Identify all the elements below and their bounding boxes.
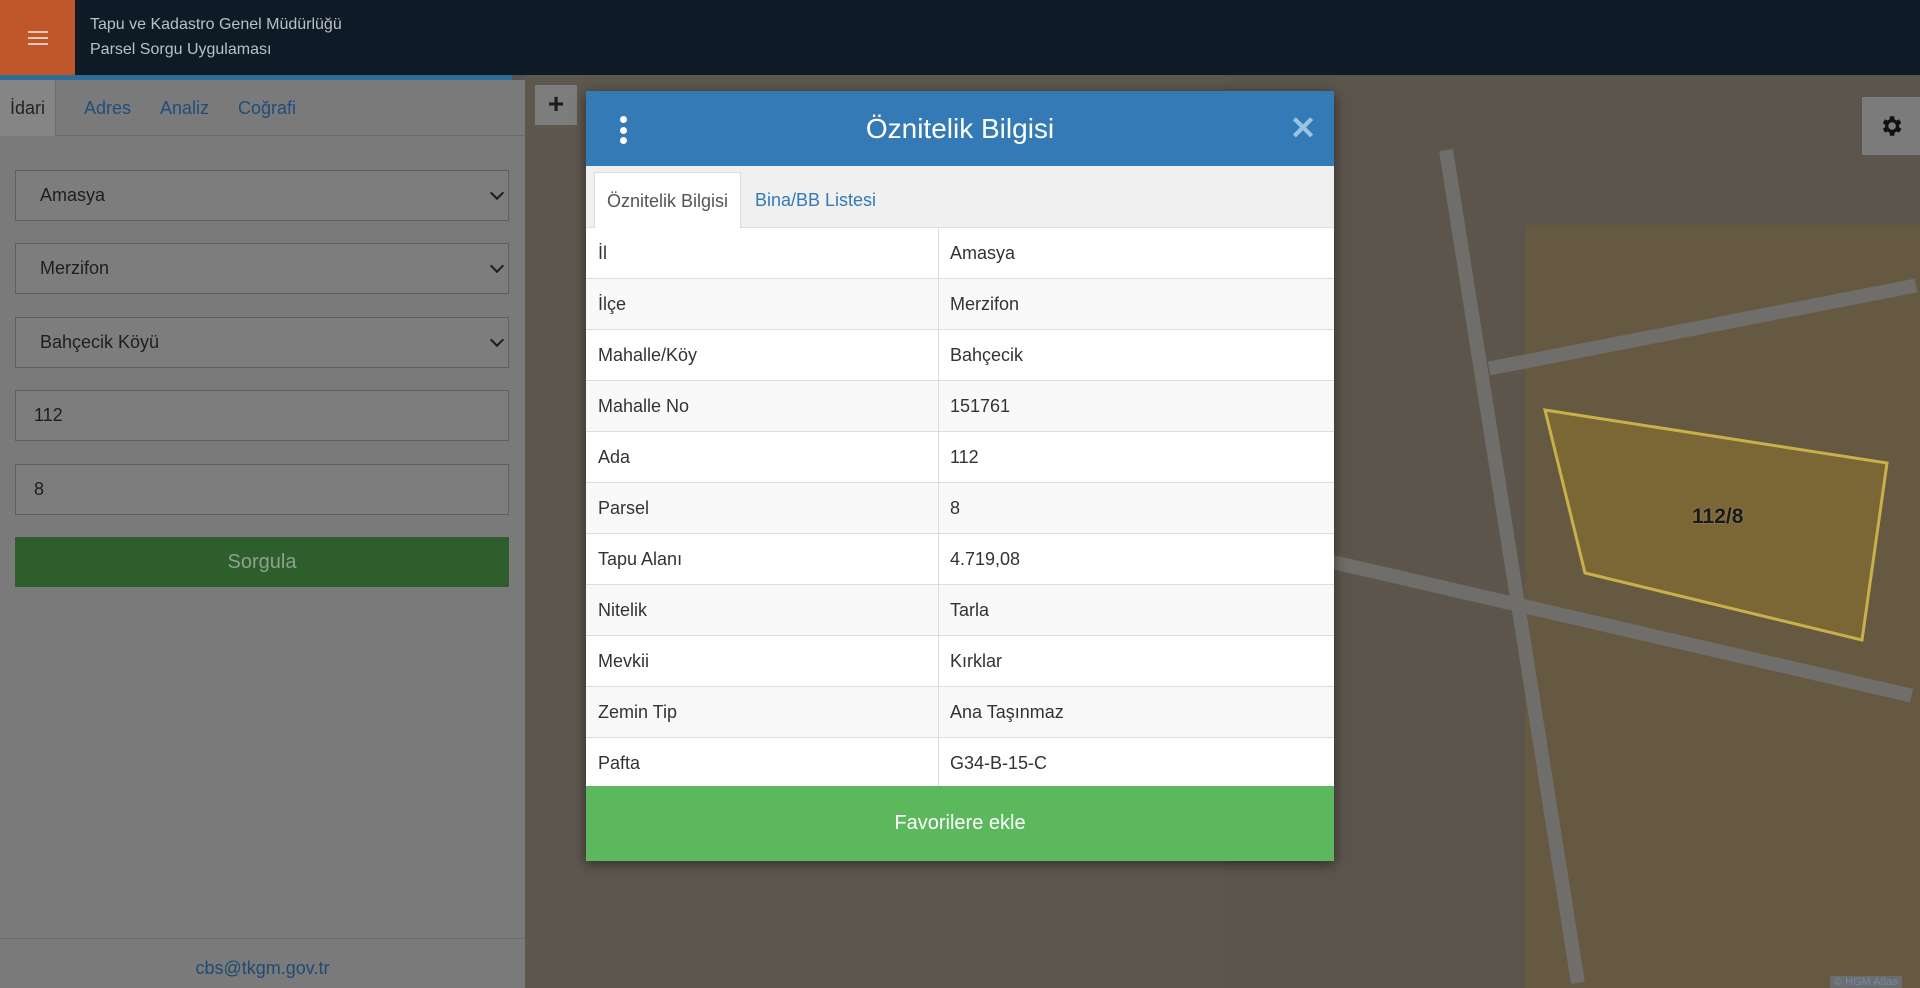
- row-value: 8: [950, 498, 961, 518]
- chevron-down-icon: [489, 185, 505, 201]
- tab-adres[interactable]: Adres: [74, 80, 141, 136]
- row-value: Amasya: [950, 243, 1016, 263]
- row-value: Bahçecik: [950, 345, 1024, 365]
- hamburger-icon: [27, 30, 48, 45]
- app-title: Tapu ve Kadastro Genel Müdürlüğü Parsel …: [90, 12, 342, 62]
- row-value: 151761: [950, 396, 1011, 416]
- table-row: Mevkii Kırklar: [586, 636, 1334, 687]
- mahalle-select-value: Bahçecik Köyü: [40, 332, 160, 352]
- row-value: Tarla: [950, 600, 990, 620]
- zoom-in-button[interactable]: +: [535, 85, 577, 125]
- map-attribution[interactable]: © HGM Atlas: [1830, 976, 1902, 988]
- close-icon[interactable]: ✕: [1288, 111, 1318, 145]
- table-row: Mahalle No 151761: [586, 381, 1334, 432]
- table-row: Pafta G34-B-15-C: [586, 738, 1334, 789]
- table-row: Ada 112: [586, 432, 1334, 483]
- row-value: Kırklar: [950, 651, 1003, 671]
- attribute-table: İl Amasya İlçe Merzifon Mahalle/Köy Bahçeci…: [586, 228, 1334, 789]
- modal-title: Öznitelik Bilgisi: [865, 113, 1055, 144]
- chevron-down-icon: [489, 258, 505, 274]
- row-key: İlçe: [598, 294, 627, 314]
- il-select-value: Amasya: [40, 185, 106, 205]
- row-key: Mahalle/Köy: [598, 345, 698, 365]
- left-panel: İdari Adres Analiz Coğrafi Amasya Merzif…: [0, 80, 525, 988]
- more-options-icon[interactable]: [619, 116, 627, 144]
- attribute-modal: Öznitelik Bilgisi ✕ Öznitelik Bilgisi Bi…: [586, 91, 1334, 861]
- gear-icon: [1882, 116, 1902, 136]
- modal-tabs: Öznitelik Bilgisi Bina/BB Listesi: [586, 166, 1334, 229]
- tab-bina-listesi[interactable]: Bina/BB Listesi: [743, 172, 888, 229]
- row-key: Parsel: [598, 498, 650, 518]
- table-row: Tapu Alanı 4.719,08: [586, 534, 1334, 585]
- org-name: Tapu ve Kadastro Genel Müdürlüğü: [90, 16, 342, 33]
- sorgula-button[interactable]: Sorgula: [15, 537, 509, 587]
- row-key: Tapu Alanı: [598, 549, 683, 569]
- table-row: Nitelik Tarla: [586, 585, 1334, 636]
- table-row: Mahalle/Köy Bahçecik: [586, 330, 1334, 381]
- mahalle-select[interactable]: Bahçecik Köyü: [15, 317, 509, 368]
- ilce-select[interactable]: Merzifon: [15, 243, 509, 294]
- tab-idari[interactable]: İdari: [0, 80, 57, 136]
- row-value: Merzifon: [950, 294, 1020, 314]
- parcel-label: 112/8: [1692, 505, 1744, 528]
- row-value: G34-B-15-C: [950, 753, 1048, 773]
- row-key: Nitelik: [598, 600, 648, 620]
- tab-oznitelik[interactable]: Öznitelik Bilgisi: [594, 172, 742, 229]
- table-row: İl Amasya: [586, 228, 1334, 279]
- il-select[interactable]: Amasya: [15, 170, 509, 221]
- ada-input[interactable]: 112: [15, 390, 509, 441]
- row-value: Ana Taşınmaz: [950, 702, 1064, 722]
- top-bar: Tapu ve Kadastro Genel Müdürlüğü Parsel …: [0, 0, 1920, 75]
- row-key: Mahalle No: [598, 396, 690, 416]
- tab-analiz[interactable]: Analiz: [150, 80, 219, 136]
- row-key: Ada: [598, 447, 631, 467]
- row-key: Mevkii: [598, 651, 650, 671]
- tab-cografi[interactable]: Coğrafi: [228, 80, 306, 136]
- parsel-input[interactable]: 8: [15, 464, 509, 515]
- app-name: Parsel Sorgu Uygulaması: [90, 41, 272, 58]
- row-value: 4.719,08: [950, 549, 1021, 569]
- chevron-down-icon: [489, 332, 505, 348]
- menu-button[interactable]: [0, 0, 75, 75]
- add-to-favorites-button[interactable]: Favorilere ekle: [586, 786, 1334, 861]
- table-row: Parsel 8: [586, 483, 1334, 534]
- settings-button[interactable]: [1862, 97, 1920, 155]
- table-row: İlçe Merzifon: [586, 279, 1334, 330]
- table-row: Zemin Tip Ana Taşınmaz: [586, 687, 1334, 738]
- row-key: İl: [598, 243, 607, 263]
- row-key: Pafta: [598, 753, 641, 773]
- row-key: Zemin Tip: [598, 702, 678, 722]
- row-value: 112: [950, 447, 979, 467]
- query-tabs: İdari Adres Analiz Coğrafi: [0, 80, 525, 136]
- modal-header: Öznitelik Bilgisi ✕: [586, 91, 1334, 166]
- footer-email-link[interactable]: cbs@tkgm.gov.tr: [0, 938, 525, 988]
- ilce-select-value: Merzifon: [40, 258, 110, 278]
